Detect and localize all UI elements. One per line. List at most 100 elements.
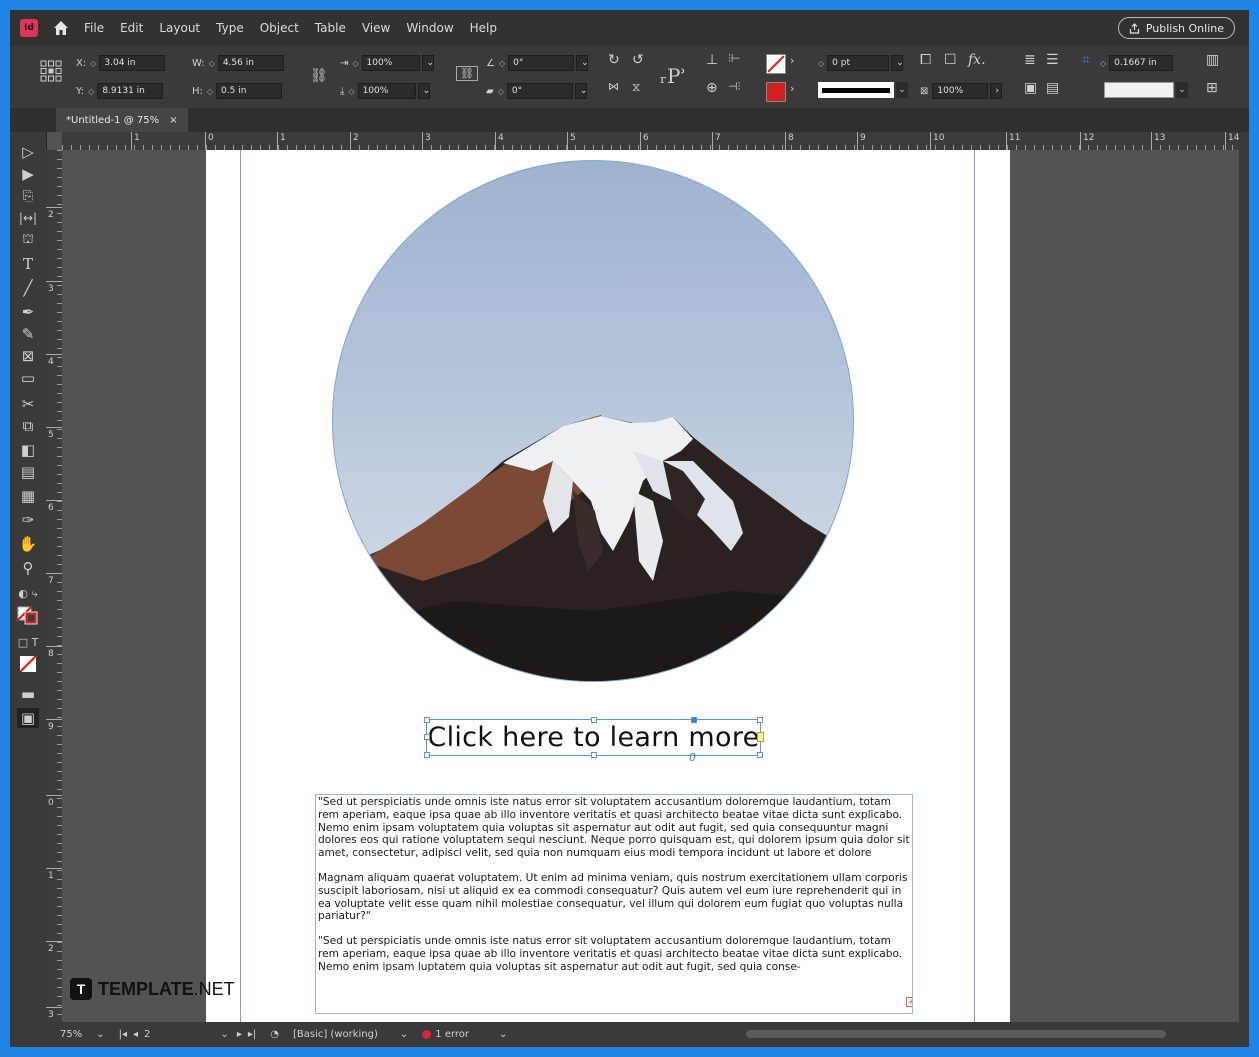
line-tool-icon[interactable]: ╱: [17, 278, 39, 298]
errors-dropdown-icon[interactable]: ⌄: [499, 1029, 507, 1040]
flip-vertical-icon[interactable]: ⧖: [632, 80, 640, 95]
menu-view[interactable]: View: [362, 21, 390, 35]
y-stepper-icon[interactable]: ◇: [88, 87, 94, 96]
frame-handle[interactable]: [424, 717, 430, 723]
constrain-scale-icon[interactable]: ⛓: [456, 66, 478, 81]
page-dropdown-icon[interactable]: ⌄: [220, 1029, 228, 1040]
scale-x-dropdown-icon[interactable]: ⌄: [421, 55, 434, 71]
inset-input[interactable]: 0.1667 in: [1109, 55, 1174, 71]
circular-image-frame[interactable]: [332, 160, 854, 682]
gap-tool-icon[interactable]: |↔|: [17, 208, 39, 228]
frame-handle[interactable]: [757, 752, 763, 758]
scissors-tool-icon[interactable]: ✂: [17, 394, 39, 414]
page-tool-icon[interactable]: ⎘: [17, 186, 39, 206]
preflight-errors[interactable]: 1 error: [422, 1029, 469, 1040]
stroke-swatch-dropdown-icon[interactable]: ›: [790, 82, 794, 95]
gradient-swatch-tool-icon[interactable]: ◧: [17, 440, 39, 460]
shear-input[interactable]: 0°: [506, 83, 573, 99]
stroke-swatch-none[interactable]: [766, 82, 786, 102]
constrain-proportions-icon[interactable]: ⛓: [310, 68, 328, 84]
drop-shadow-icon[interactable]: ⧠: [920, 52, 931, 68]
opacity-input[interactable]: 100%: [932, 83, 989, 99]
collapsed-panel-dock[interactable]: [1239, 132, 1249, 1022]
effects-fx-icon[interactable]: fx.: [968, 52, 986, 68]
menu-type[interactable]: Type: [216, 21, 244, 35]
stroke-weight-input[interactable]: 0 pt: [827, 55, 890, 71]
note-tool-icon[interactable]: ▦: [17, 486, 39, 506]
profile-dropdown-icon[interactable]: ⌄: [400, 1029, 408, 1040]
width-input[interactable]: 4.56 in: [217, 55, 284, 71]
frame-handle[interactable]: [424, 752, 430, 758]
opacity-dropdown-icon[interactable]: ›: [990, 83, 1003, 99]
gradient-feather-tool-icon[interactable]: ▤: [17, 462, 39, 482]
stroke-weight-dropdown-icon[interactable]: ⌄: [891, 55, 904, 71]
pencil-tool-icon[interactable]: ✎: [17, 324, 39, 344]
frame-shape-icon[interactable]: ☐: [944, 52, 957, 68]
reference-point-icon[interactable]: [40, 60, 62, 82]
rotation-stepper-icon[interactable]: ◇: [499, 59, 505, 68]
width-stepper-icon[interactable]: ◇: [209, 59, 215, 68]
previous-page-icon[interactable]: ◂: [133, 1029, 138, 1040]
learn-more-button-text[interactable]: Click here to learn more: [427, 722, 759, 753]
scale-x-input[interactable]: 100%: [361, 55, 420, 71]
menu-edit[interactable]: Edit: [120, 21, 143, 35]
publish-online-button[interactable]: Publish Online: [1117, 17, 1235, 39]
page-number[interactable]: 2: [144, 1029, 150, 1040]
rotate-clockwise-icon[interactable]: ↻: [608, 52, 620, 68]
overset-text-icon[interactable]: +: [906, 997, 912, 1007]
menu-help[interactable]: Help: [470, 21, 497, 35]
grid-icon[interactable]: ⊞: [1206, 80, 1218, 96]
select-previous-object-icon[interactable]: ⊣⫶: [728, 80, 740, 94]
frame-handle[interactable]: [591, 717, 597, 723]
object-style-selector[interactable]: [1104, 82, 1174, 98]
fill-swatch-dropdown-icon[interactable]: ›: [790, 54, 794, 67]
select-content-icon[interactable]: ⊕: [706, 80, 718, 96]
inset-stepper-icon[interactable]: ◇: [1100, 59, 1106, 68]
rectangle-frame-tool-icon[interactable]: ⊠: [17, 346, 39, 366]
close-tab-icon[interactable]: ×: [169, 115, 177, 126]
flip-horizontal-icon[interactable]: ⋈: [608, 80, 619, 93]
out-port-icon[interactable]: [757, 732, 764, 742]
stroke-type-selector[interactable]: [818, 82, 894, 98]
frame-handle[interactable]: [757, 717, 763, 723]
pen-tool-icon[interactable]: ✒: [17, 302, 39, 322]
fill-swatch-none[interactable]: [766, 54, 786, 74]
height-input[interactable]: 0.5 in: [216, 83, 283, 99]
type-tool-icon[interactable]: T: [17, 254, 39, 274]
screen-mode-icon[interactable]: ▬: [17, 684, 39, 704]
rectangle-tool-icon[interactable]: ▭: [17, 368, 39, 388]
shear-stepper-icon[interactable]: ◇: [498, 87, 504, 96]
menu-layout[interactable]: Layout: [159, 21, 200, 35]
rotation-dropdown-icon[interactable]: ⌄: [576, 55, 589, 71]
shear-dropdown-icon[interactable]: ⌄: [574, 83, 587, 99]
default-fill-stroke-icon[interactable]: ◐ ⤷: [17, 584, 39, 604]
preflight-profile-icon[interactable]: ◔: [270, 1029, 279, 1040]
align-top-icon[interactable]: ≣: [1024, 52, 1036, 68]
next-page-icon[interactable]: ▸: [237, 1029, 242, 1040]
rotate-counterclockwise-icon[interactable]: ↺: [632, 52, 644, 68]
x-stepper-icon[interactable]: ◇: [90, 59, 96, 68]
apply-none-icon[interactable]: [17, 654, 39, 674]
y-position-input[interactable]: 8.9131 in: [97, 83, 164, 99]
free-transform-tool-icon[interactable]: ⧉: [17, 416, 39, 436]
x-position-input[interactable]: 3.04 in: [99, 55, 166, 71]
scale-y-stepper-icon[interactable]: ◇: [348, 87, 354, 96]
preview-mode-icon[interactable]: ▣: [17, 708, 39, 728]
frame-handle[interactable]: [591, 752, 597, 758]
direct-selection-tool-icon[interactable]: ▶: [17, 164, 39, 184]
formatting-container-text-icon[interactable]: □ T: [17, 632, 39, 652]
eyedropper-tool-icon[interactable]: ✑: [17, 510, 39, 530]
document-tab[interactable]: *Untitled-1 @ 75% ×: [56, 108, 188, 132]
content-collector-tool-icon[interactable]: ⛫: [17, 230, 39, 250]
vertical-ruler[interactable]: 2 3 4 5 6 7 8 9 0 1 2 3: [46, 150, 63, 1022]
scale-y-input[interactable]: 100%: [357, 83, 416, 99]
align-bottom-icon[interactable]: ▤: [1046, 80, 1059, 96]
zoom-tool-icon[interactable]: ⚲: [17, 558, 39, 578]
document-page[interactable]: Click here to learn more 0 "Sed ut persp…: [206, 150, 1010, 1022]
fill-stroke-swatch-icon[interactable]: [17, 606, 39, 626]
frame-handle[interactable]: [424, 734, 430, 740]
select-container-icon[interactable]: ⊥: [706, 52, 718, 68]
menu-window[interactable]: Window: [406, 21, 453, 35]
zoom-dropdown-icon[interactable]: ⌄: [96, 1029, 104, 1040]
preflight-profile[interactable]: [Basic] (working): [293, 1029, 378, 1040]
